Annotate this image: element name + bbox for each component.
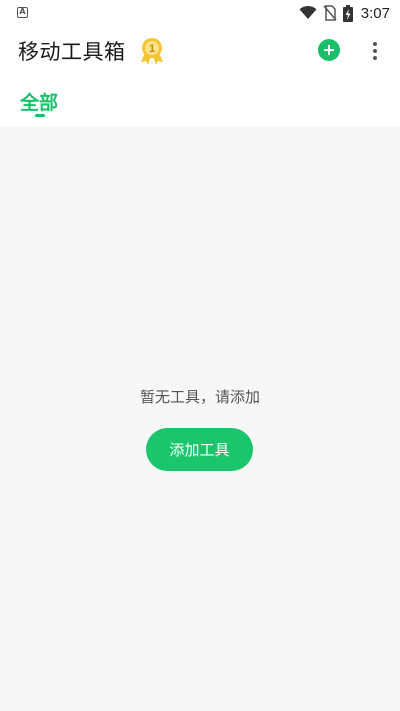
app-bar: 移动工具箱 1 [0, 26, 400, 78]
tab-all[interactable]: 全部 [20, 88, 58, 115]
page-title: 移动工具箱 [18, 40, 126, 64]
battery-charging-icon [342, 4, 353, 22]
more-options-button[interactable] [365, 38, 385, 64]
add-tool-button[interactable] [318, 39, 340, 61]
screen: A 3:07 移动工具箱 1 全部 暂无工具，请添加 添加工具 [0, 0, 400, 711]
more-vert-icon-dot [373, 42, 377, 46]
app-notification-icon: A [17, 7, 28, 18]
badge-number: 1 [149, 43, 155, 55]
wifi-icon [299, 6, 317, 19]
header-area: A 3:07 移动工具箱 1 全部 [0, 0, 400, 126]
plus-icon [324, 45, 334, 55]
status-icons: 3:07 [299, 3, 390, 23]
empty-state-message: 暂无工具，请添加 [139, 388, 260, 406]
status-time: 3:07 [360, 4, 390, 22]
more-vert-icon-dot [373, 49, 377, 53]
status-bar: A 3:07 [0, 0, 400, 26]
more-vert-icon-dot [373, 56, 377, 60]
no-sim-icon [323, 5, 337, 21]
add-tool-cta-button[interactable]: 添加工具 [146, 428, 253, 471]
award-badge-icon[interactable]: 1 [137, 36, 167, 66]
tab-indicator [35, 114, 45, 117]
